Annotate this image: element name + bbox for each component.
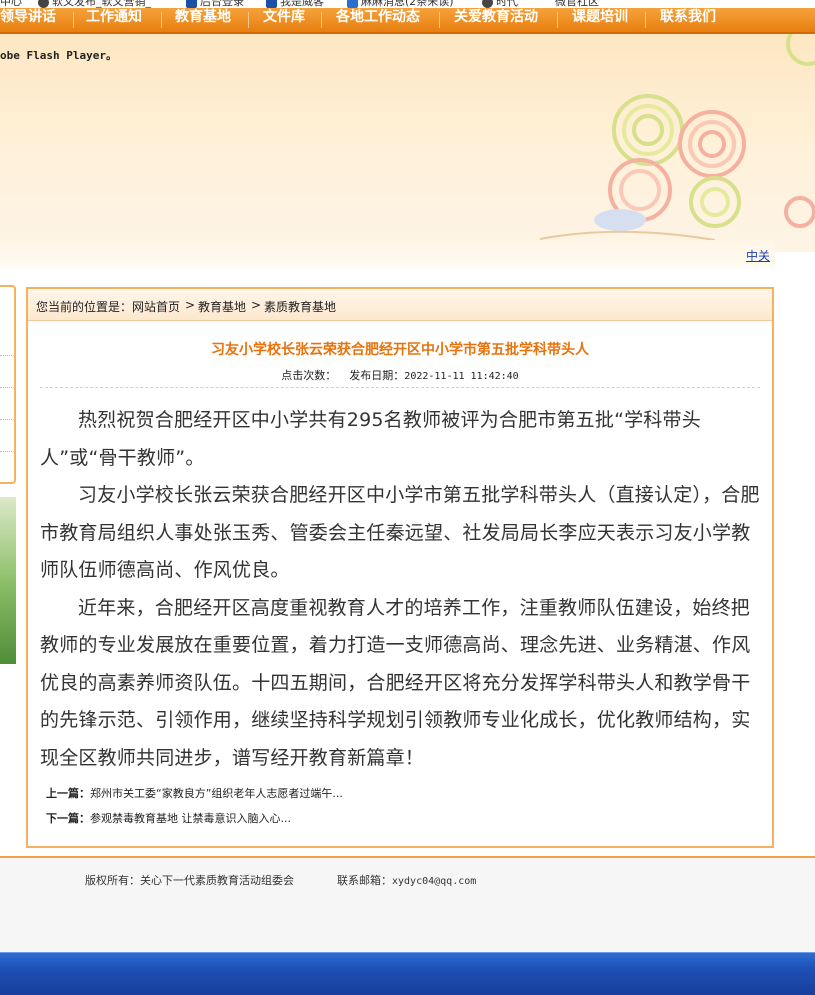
breadcrumb-separator: > — [185, 298, 196, 312]
article-title: 习友小学校长张云荣获合肥经开区中小学市第五批学科带头人 — [211, 342, 589, 358]
click-count-label: 点击次数： — [281, 369, 337, 382]
article-paragraph: 热烈祝贺合肥经开区中小学共有295名教师被评为合肥市第五批“学科带头人”或“骨干… — [40, 409, 701, 469]
contact-email: 联系邮箱：xydyc04@qq.com — [337, 874, 477, 887]
nav-divider — [248, 12, 249, 28]
nav-item-activities[interactable]: 关爱教育活动 — [454, 8, 538, 32]
next-article-link[interactable]: 参观禁毒教育基地 让禁毒意识入脑入心... — [90, 812, 291, 825]
divider — [0, 387, 12, 388]
footer: 版权所有：关心下一代素质教育活动组委会 联系邮箱：xydyc04@qq.com — [0, 858, 815, 952]
topbar-link-6[interactable]: 时代 — [482, 0, 518, 8]
globe-icon — [482, 0, 493, 8]
article-meta: 点击次数： 发布日期：2022-11-11 11:42:40 — [28, 367, 772, 383]
article-body: 热烈祝贺合肥经开区中小学共有295名教师被评为合肥市第五批“学科带头人”或“骨干… — [40, 402, 762, 777]
article-paragraph: 近年来，合肥经开区高度重视教育人才的培养工作，注重教师队伍建设，始终把教师的专业… — [40, 596, 751, 769]
news-ticker-bar — [0, 240, 775, 268]
breadcrumb-label: 您当前的位置是： — [36, 300, 133, 314]
breadcrumb-separator: > — [251, 298, 262, 312]
nav-divider — [161, 12, 162, 28]
nav-divider — [439, 12, 440, 28]
topbar-link-5[interactable]: 麻麻消息(2条未读) — [347, 0, 454, 8]
mail-icon — [347, 0, 358, 8]
nav-divider — [321, 12, 322, 28]
previous-label: 上一篇： — [46, 787, 90, 800]
breadcrumb: 您当前的位置是： 网站首页 > 教育基地 > 素质教育基地 — [28, 289, 772, 321]
previous-article: 上一篇：郑州市关工委“家教良方”组织老年人志愿者过端午... — [46, 785, 343, 801]
topbar-link-7[interactable]: 微官社区 — [555, 0, 599, 8]
nav-item-contact[interactable]: 联系我们 — [660, 8, 716, 32]
nav-divider — [73, 12, 74, 28]
nav-item-regions[interactable]: 各地工作动态 — [336, 8, 420, 32]
divider — [0, 451, 12, 452]
k-icon — [186, 0, 197, 8]
nav-item-training[interactable]: 课题培训 — [572, 8, 628, 32]
os-taskbar — [0, 952, 815, 995]
breadcrumb-level2-link[interactable]: 素质教育基地 — [264, 298, 336, 315]
title-divider — [40, 387, 760, 388]
topbar-link-3[interactable]: 后台登录 — [186, 0, 244, 8]
publish-date-label: 发布日期： — [349, 369, 405, 382]
email-address[interactable]: xydyc04@qq.com — [392, 876, 476, 887]
nav-divider — [645, 12, 646, 28]
breadcrumb-level1-link[interactable]: 教育基地 — [198, 298, 246, 315]
header-banner: obe Flash Player。 — [0, 34, 815, 252]
divider — [0, 355, 12, 356]
divider — [0, 419, 12, 420]
topbar-link-1[interactable]: 中心 — [0, 0, 22, 8]
sidebar-image — [0, 497, 16, 664]
next-article: 下一篇：参观禁毒教育基地 让禁毒意识入脑入心... — [46, 810, 291, 826]
nav-item-leader[interactable]: 领导讲话 — [0, 8, 56, 32]
globe-icon — [38, 0, 49, 8]
nav-item-notice[interactable]: 工作通知 — [86, 8, 142, 32]
news-ticker-link[interactable]: 中关 — [746, 247, 770, 264]
nav-item-files[interactable]: 文件库 — [263, 8, 305, 32]
topbar-link-4[interactable]: 我是威客 — [266, 0, 324, 8]
article-panel: 您当前的位置是： 网站首页 > 教育基地 > 素质教育基地 习友小学校长张云荣获… — [26, 287, 774, 848]
next-label: 下一篇： — [46, 812, 90, 825]
topbar-link-2[interactable]: 软文发布_软文营销_ — [38, 0, 151, 8]
copyright-text: 版权所有：关心下一代素质教育活动组委会 — [85, 874, 294, 887]
previous-article-link[interactable]: 郑州市关工委“家教良方”组织老年人志愿者过端午... — [90, 787, 343, 800]
publish-date-value: 2022-11-11 11:42:40 — [404, 371, 519, 382]
article-paragraph: 习友小学校长张云荣获合肥经开区中小学市第五批学科带头人（直接认定），合肥市教育局… — [40, 484, 760, 581]
left-sidebar-box — [0, 285, 16, 484]
main-nav: 领导讲话 工作通知 教育基地 文件库 各地工作动态 关爱教育活动 课题培训 联系… — [0, 8, 815, 34]
nav-divider — [557, 12, 558, 28]
k-icon — [266, 0, 277, 8]
browser-links-bar: 中心 软文发布_软文营销_ 后台登录 我是威客 麻麻消息(2条未读) 时代 微官… — [0, 0, 815, 8]
nav-item-base[interactable]: 教育基地 — [175, 8, 231, 32]
breadcrumb-home-link[interactable]: 网站首页 — [132, 298, 180, 315]
decorative-circles-graphic — [539, 34, 815, 241]
